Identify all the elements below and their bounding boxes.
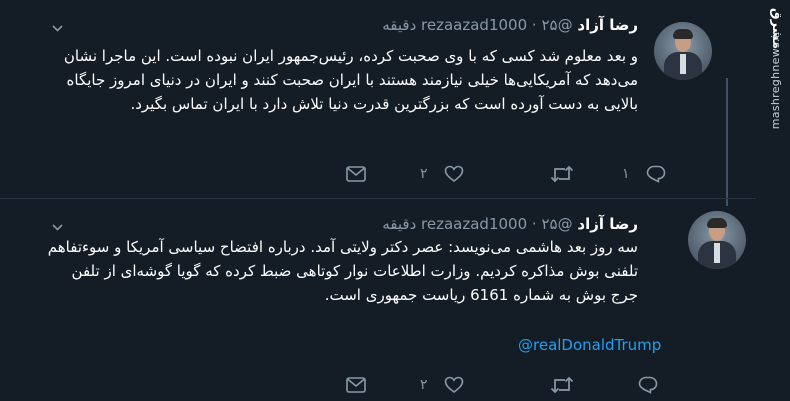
tweet-text: و بعد معلوم شد کسی که با وی صحبت کرده، ر… [63, 47, 638, 113]
avatar[interactable] [688, 211, 746, 269]
heart-icon [444, 376, 463, 394]
mention-link[interactable]: @realDonaldTrump [518, 336, 661, 354]
reply-button[interactable]: ۱ [622, 164, 666, 184]
like-button[interactable]: ۲ [420, 375, 464, 395]
watermark-strip: مشرق mashreghnews.ir [756, 0, 790, 401]
message-button[interactable] [346, 164, 366, 184]
tweet[interactable]: رضا آزاد @rezaazad1000 · ۲۵ دقیقه سه روز… [0, 199, 756, 401]
like-count: ۲ [420, 377, 428, 393]
retweet-icon [550, 165, 574, 183]
message-button[interactable] [346, 375, 366, 395]
tweet-text: سه روز بعد هاشمی می‌نویسد: عصر دکتر ولای… [47, 238, 638, 304]
like-button[interactable]: ۲ [420, 164, 464, 184]
separator-dot: · [531, 215, 537, 233]
reply-icon [646, 165, 665, 183]
retweet-button[interactable] [550, 164, 574, 184]
like-count: ۲ [420, 166, 428, 182]
heart-icon [444, 165, 463, 183]
reply-button[interactable] [622, 375, 658, 395]
display-name[interactable]: رضا آزاد [577, 16, 638, 34]
tweet-actions: ۲ [346, 375, 666, 395]
chevron-down-icon[interactable] [52, 22, 63, 32]
watermark-site: mashreghnews.ir [769, 30, 782, 130]
separator-dot: · [531, 16, 537, 34]
envelope-icon [346, 377, 366, 393]
retweet-icon [550, 376, 574, 394]
tweet[interactable]: رضا آزاد @rezaazad1000 · ۲۵ دقیقه و بعد … [0, 0, 756, 199]
retweet-button[interactable] [550, 375, 574, 395]
tweet-actions: ۲ ۱ [346, 164, 666, 184]
reply-icon [638, 376, 658, 394]
chevron-down-icon[interactable] [52, 221, 63, 231]
envelope-icon [346, 166, 366, 182]
display-name[interactable]: رضا آزاد [577, 215, 638, 233]
tweet-header: رضا آزاد @rezaazad1000 · ۲۵ دقیقه [382, 16, 638, 34]
reply-count: ۱ [622, 166, 630, 182]
avatar[interactable] [654, 22, 712, 80]
tweet-header: رضا آزاد @rezaazad1000 · ۲۵ دقیقه [382, 215, 638, 233]
